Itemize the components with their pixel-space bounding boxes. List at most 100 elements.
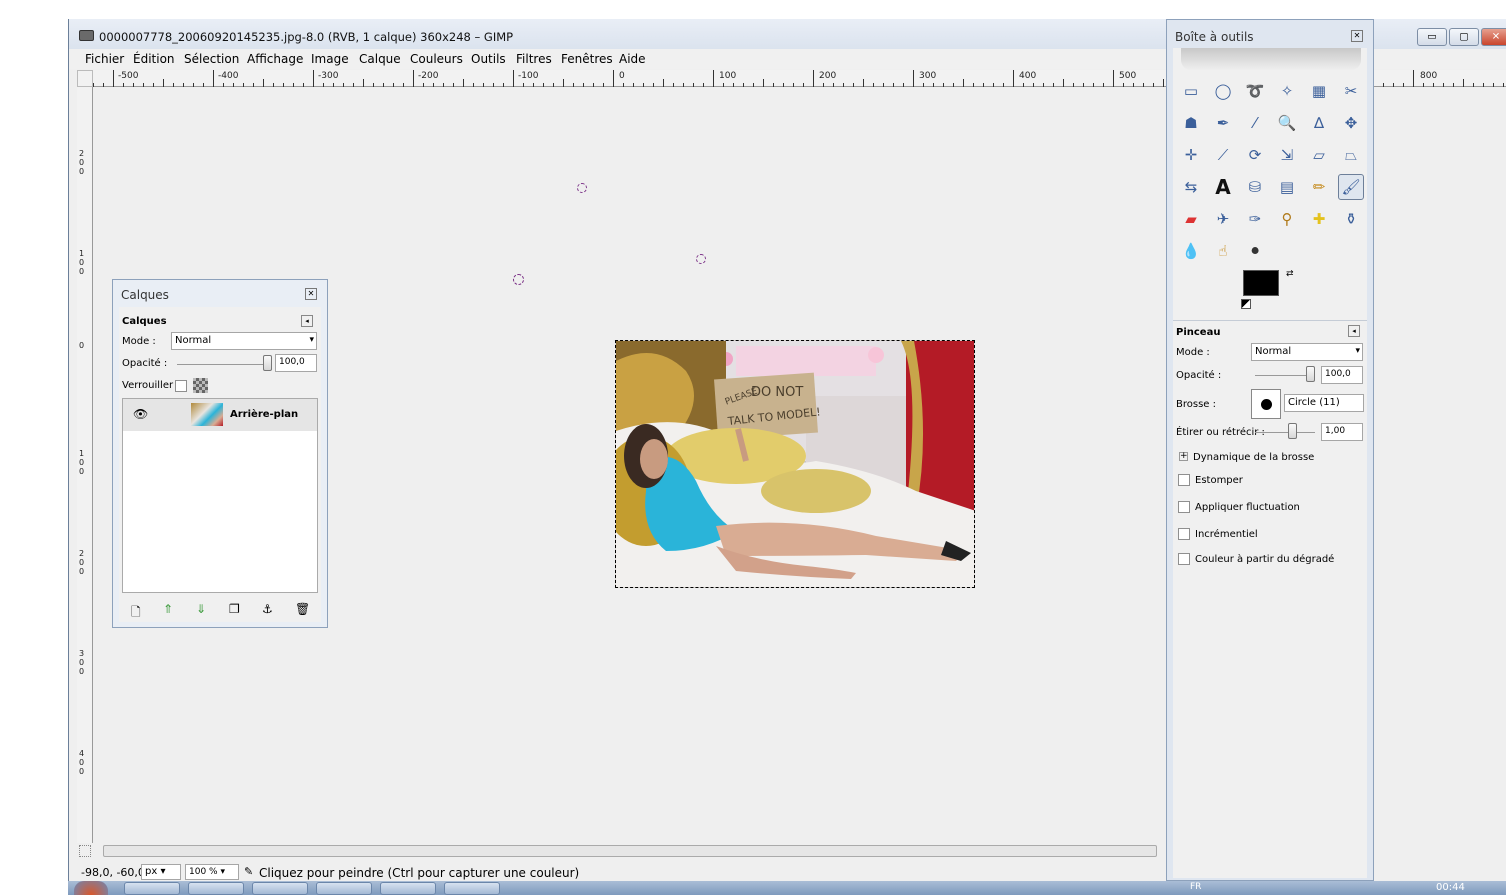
menu-edition[interactable]: Édition xyxy=(133,52,175,66)
opacity-slider-thumb[interactable] xyxy=(263,355,272,371)
anchor-layer-icon[interactable]: ⚓ xyxy=(262,602,273,616)
visibility-eye-icon[interactable]: 👁 xyxy=(133,407,148,421)
menu-calque[interactable]: Calque xyxy=(359,52,401,66)
ellipse-select-tool-icon[interactable]: ◯ xyxy=(1210,78,1236,104)
unit-select[interactable]: px ▾ xyxy=(141,864,181,880)
free-select-tool-icon[interactable]: ➰ xyxy=(1242,78,1268,104)
default-colors-icon[interactable] xyxy=(1241,299,1251,309)
gradient-color-checkbox[interactable] xyxy=(1178,553,1190,565)
perspective-tool-icon[interactable]: ⏢ xyxy=(1338,142,1364,168)
menu-couleurs[interactable]: Couleurs xyxy=(410,52,463,66)
taskbar-app-button[interactable] xyxy=(188,882,244,895)
zoom-tool-icon[interactable]: 🔍 xyxy=(1274,110,1300,136)
brush-mode-select[interactable]: Normal ▾ xyxy=(1251,343,1363,361)
panel-menu-icon[interactable]: ◂ xyxy=(301,315,313,327)
layer-mode-select[interactable]: Normal ▾ xyxy=(171,332,317,350)
duplicate-layer-icon[interactable]: ❐ xyxy=(229,602,240,616)
layer-name[interactable]: Arrière-plan xyxy=(230,409,298,420)
language-indicator[interactable]: FR xyxy=(1190,882,1201,892)
menu-aide[interactable]: Aide xyxy=(619,52,646,66)
dodge-burn-tool-icon[interactable]: ⚫ xyxy=(1242,238,1268,264)
horizontal-scrollbar[interactable] xyxy=(103,845,1157,857)
paths-tool-icon[interactable]: ✒ xyxy=(1210,110,1236,136)
taskbar-app-button[interactable] xyxy=(124,882,180,895)
taskbar-app-button[interactable] xyxy=(316,882,372,895)
menu-image[interactable]: Image xyxy=(311,52,349,66)
brush-mode-label: Mode : xyxy=(1176,347,1210,358)
scale-slider-track[interactable] xyxy=(1255,432,1315,433)
heal-tool-icon[interactable]: ✚ xyxy=(1306,206,1332,232)
vertical-ruler[interactable]: 200 100 0 100 200 300 400 xyxy=(77,87,93,843)
crop-tool-icon[interactable]: ⟋ xyxy=(1210,142,1236,168)
smudge-tool-icon[interactable]: ☝ xyxy=(1210,238,1236,264)
taskbar-app-button[interactable] xyxy=(252,882,308,895)
fuzzy-select-tool-icon[interactable]: ✧ xyxy=(1274,78,1300,104)
maximize-button[interactable]: ▢ xyxy=(1449,28,1479,46)
swap-colors-icon[interactable]: ⇄ xyxy=(1286,269,1294,279)
lower-layer-icon[interactable]: ⇓ xyxy=(196,602,206,616)
menu-fichier[interactable]: Fichier xyxy=(85,52,124,66)
taskbar-app-button[interactable] xyxy=(444,882,500,895)
menu-outils[interactable]: Outils xyxy=(471,52,506,66)
foreground-select-tool-icon[interactable]: ☗ xyxy=(1178,110,1204,136)
expand-icon[interactable]: + xyxy=(1179,452,1188,461)
select-by-color-tool-icon[interactable]: ▦ xyxy=(1306,78,1332,104)
incremental-checkbox[interactable] xyxy=(1178,528,1190,540)
brush-name-field[interactable]: Circle (11) xyxy=(1284,394,1364,412)
tool-options-menu-icon[interactable]: ◂ xyxy=(1348,325,1360,337)
quick-mask-toggle[interactable] xyxy=(77,70,93,87)
navigate-icon[interactable] xyxy=(79,845,91,857)
shear-tool-icon[interactable]: ▱ xyxy=(1306,142,1332,168)
layer-row[interactable]: 👁 Arrière-plan xyxy=(123,399,317,431)
foreground-color-swatch[interactable] xyxy=(1243,270,1279,296)
eraser-tool-icon[interactable]: ▰ xyxy=(1178,206,1204,232)
scale-slider-thumb[interactable] xyxy=(1288,423,1297,439)
measure-tool-icon[interactable]: ∆ xyxy=(1306,110,1332,136)
clone-tool-icon[interactable]: ⚲ xyxy=(1274,206,1300,232)
dock-close-icon[interactable]: ✕ xyxy=(305,288,317,300)
image-photo[interactable]: PLEASE DO NOT TALK TO MODEL! xyxy=(615,340,975,588)
start-button[interactable] xyxy=(74,881,108,895)
scale-tool-icon[interactable]: ⇲ xyxy=(1274,142,1300,168)
menu-filtres[interactable]: Filtres xyxy=(516,52,552,66)
fade-checkbox[interactable] xyxy=(1178,474,1190,486)
airbrush-tool-icon[interactable]: ✈ xyxy=(1210,206,1236,232)
menu-affichage[interactable]: Affichage xyxy=(247,52,303,66)
opacity-spinbox[interactable]: 100,0 xyxy=(275,354,317,372)
opacity-slider-track[interactable] xyxy=(177,364,271,365)
minimize-button[interactable]: ▭ xyxy=(1417,28,1447,46)
dynamics-label[interactable]: Dynamique de la brosse xyxy=(1193,452,1314,463)
clock[interactable]: 00:44 xyxy=(1436,882,1465,893)
rotate-tool-icon[interactable]: ⟳ xyxy=(1242,142,1268,168)
jitter-checkbox[interactable] xyxy=(1178,501,1190,513)
scale-spinbox[interactable]: 1,00 xyxy=(1321,423,1363,441)
lock-alpha-icon[interactable] xyxy=(193,378,208,393)
align-tool-icon[interactable]: ✛ xyxy=(1178,142,1204,168)
menu-fenetres[interactable]: Fenêtres xyxy=(561,52,613,66)
toolbox-close-icon[interactable]: ✕ xyxy=(1351,30,1363,42)
pencil-tool-icon[interactable]: ✏ xyxy=(1306,174,1332,200)
raise-layer-icon[interactable]: ⇑ xyxy=(163,602,173,616)
bucket-fill-tool-icon[interactable]: ⛁ xyxy=(1242,174,1268,200)
paintbrush-tool-icon[interactable]: 🖌 xyxy=(1338,174,1364,200)
delete-layer-icon[interactable]: 🗑 xyxy=(295,602,310,616)
ink-tool-icon[interactable]: ✑ xyxy=(1242,206,1268,232)
text-tool-icon[interactable]: A xyxy=(1210,174,1236,200)
new-layer-icon[interactable]: 🗋 xyxy=(131,603,141,624)
zoom-select[interactable]: 100 % ▾ xyxy=(185,864,239,880)
close-button[interactable]: ✕ xyxy=(1481,28,1506,46)
color-picker-tool-icon[interactable]: ⁄ xyxy=(1242,110,1268,136)
brush-opacity-spinbox[interactable]: 100,0 xyxy=(1321,366,1363,384)
rect-select-tool-icon[interactable]: ▭ xyxy=(1178,78,1204,104)
perspective-clone-tool-icon[interactable]: ⚱ xyxy=(1338,206,1364,232)
brush-opacity-thumb[interactable] xyxy=(1306,366,1315,382)
blend-tool-icon[interactable]: ▤ xyxy=(1274,174,1300,200)
brush-preview[interactable] xyxy=(1251,389,1281,419)
scissors-tool-icon[interactable]: ✂ xyxy=(1338,78,1364,104)
lock-pixels-checkbox[interactable] xyxy=(175,380,187,392)
flip-tool-icon[interactable]: ⇆ xyxy=(1178,174,1204,200)
menu-selection[interactable]: Sélection xyxy=(184,52,239,66)
move-tool-icon[interactable]: ✥ xyxy=(1338,110,1364,136)
blur-sharpen-tool-icon[interactable]: 💧 xyxy=(1178,238,1204,264)
taskbar-app-button[interactable] xyxy=(380,882,436,895)
